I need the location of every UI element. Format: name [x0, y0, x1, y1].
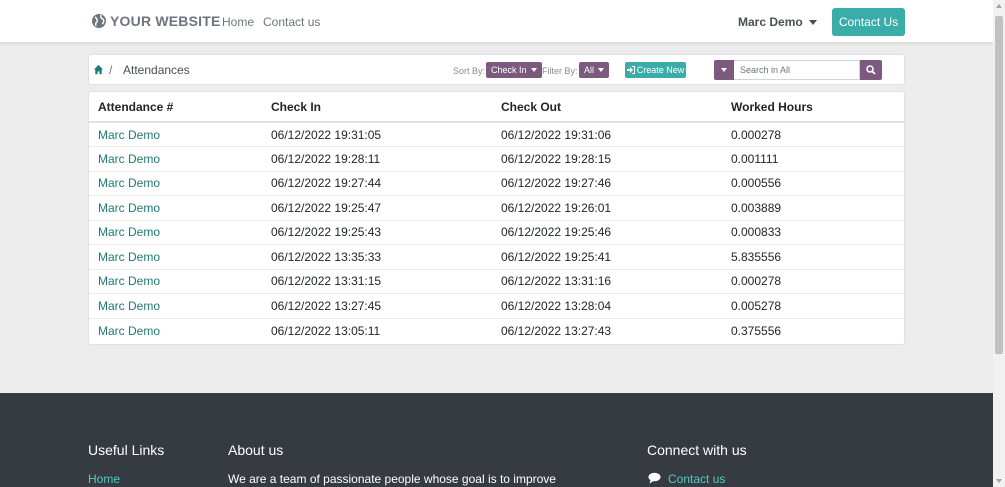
- check-out-cell: 06/12/2022 13:27:43: [501, 323, 612, 338]
- site-logo[interactable]: YOUR WEBSITE: [91, 13, 221, 29]
- search-input[interactable]: [734, 60, 860, 80]
- about-us-text: We are a team of passionate people whose…: [228, 472, 556, 486]
- table-row[interactable]: Marc Demo 06/12/2022 19:25:47 06/12/2022…: [89, 195, 904, 221]
- attendance-name-link[interactable]: Marc Demo: [89, 220, 262, 245]
- useful-links-heading: Useful Links: [88, 442, 165, 458]
- home-icon[interactable]: [93, 64, 104, 75]
- chevron-down-icon: [598, 68, 605, 72]
- column-header-worked-hours: Worked Hours: [722, 92, 904, 123]
- chevron-down-icon: [721, 68, 727, 72]
- worked-hours-cell: 0.003889: [722, 195, 904, 221]
- sort-dropdown[interactable]: Check In: [486, 62, 542, 78]
- attendance-name-link[interactable]: Marc Demo: [89, 146, 262, 172]
- table-row[interactable]: Marc Demo 06/12/2022 13:05:11 06/12/2022…: [89, 318, 904, 343]
- worked-hours-cell: 0.005278: [722, 293, 904, 319]
- site-footer: Useful Links Home About us We are a team…: [0, 393, 993, 487]
- worked-hours-cell: 0.375556: [731, 323, 782, 338]
- check-in-cell: 06/12/2022 19:28:11: [262, 146, 492, 172]
- scroll-up-arrow-icon[interactable]: [996, 4, 1002, 8]
- search-filter-dropdown[interactable]: [714, 60, 734, 80]
- check-in-cell: 06/12/2022 19:25:47: [262, 195, 492, 221]
- check-in-cell: 06/12/2022 13:31:15: [262, 269, 492, 294]
- sign-in-icon: [626, 66, 635, 74]
- connect-heading: Connect with us: [647, 442, 747, 458]
- check-out-cell: 06/12/2022 13:28:04: [492, 293, 722, 319]
- check-in-cell: 06/12/2022 19:27:44: [262, 171, 492, 196]
- sort-label: Sort By:: [453, 66, 486, 76]
- breadcrumb-title: Attendances: [123, 63, 190, 77]
- sort-value: Check In: [491, 65, 527, 75]
- top-navbar: YOUR WEBSITE Home Contact us Marc Demo C…: [0, 0, 993, 43]
- chevron-down-icon: [808, 19, 817, 25]
- attendance-table-container: Attendance # Check In Check Out Worked H…: [88, 91, 905, 345]
- scroll-down-arrow-icon[interactable]: [996, 479, 1002, 483]
- attendance-name-link[interactable]: Marc Demo: [89, 269, 262, 294]
- portal-toolbar: / Attendances Sort By: Check In Filter B…: [88, 54, 905, 85]
- worked-hours-cell: 0.000833: [722, 220, 904, 245]
- filter-label: Filter By:: [542, 66, 578, 76]
- check-in-cell: 06/12/2022 13:27:45: [262, 293, 492, 319]
- table-row[interactable]: Marc Demo 06/12/2022 19:27:44 06/12/2022…: [89, 171, 904, 196]
- chevron-down-icon: [530, 68, 537, 72]
- attendance-name-link[interactable]: Marc Demo: [89, 244, 262, 270]
- table-row[interactable]: Marc Demo 06/12/2022 19:31:05 06/12/2022…: [89, 122, 904, 147]
- attendance-name-link[interactable]: Marc Demo: [89, 318, 262, 343]
- worked-hours-cell: 0.001111: [722, 146, 904, 172]
- filter-value: All: [584, 65, 595, 75]
- column-header-attendance: Attendance #: [89, 92, 262, 123]
- scrollbar-thumb[interactable]: [995, 16, 1003, 354]
- check-in-cell: 06/12/2022 19:25:43: [262, 220, 492, 245]
- user-name: Marc Demo: [738, 15, 803, 29]
- comment-icon: [648, 472, 661, 484]
- logo-text: YOUR WEBSITE: [110, 13, 221, 29]
- check-out-cell: 06/12/2022 19:28:15: [492, 146, 722, 172]
- check-in-cell: 06/12/2022 13:05:11: [271, 323, 381, 338]
- worked-hours-cell: 5.835556: [722, 244, 904, 270]
- footer-contact-link[interactable]: Contact us: [668, 472, 725, 486]
- footer-home-link[interactable]: Home: [88, 472, 120, 486]
- breadcrumb-separator: /: [109, 63, 113, 77]
- worked-hours-cell: 0.000556: [722, 171, 904, 196]
- table-row[interactable]: Marc Demo 06/12/2022 13:27:45 06/12/2022…: [89, 293, 904, 319]
- search-button[interactable]: [860, 60, 882, 80]
- attendance-name-link[interactable]: Marc Demo: [89, 293, 262, 319]
- create-new-label: Create New: [636, 65, 685, 75]
- table-header-row: Attendance # Check In Check Out Worked H…: [89, 92, 904, 123]
- column-header-check-in: Check In: [262, 92, 492, 123]
- worked-hours-cell: 0.000278: [722, 269, 904, 294]
- nav-contact-link[interactable]: Contact us: [263, 15, 320, 29]
- attendance-name-link[interactable]: Marc Demo: [89, 122, 262, 147]
- check-in-cell: 06/12/2022 13:35:33: [262, 244, 492, 270]
- check-out-cell: 06/12/2022 19:26:01: [492, 195, 722, 221]
- check-in-cell: 06/12/2022 19:31:05: [262, 122, 492, 147]
- worked-hours-cell: 0.000278: [722, 122, 904, 147]
- table-row[interactable]: Marc Demo 06/12/2022 19:28:11 06/12/2022…: [89, 146, 904, 172]
- attendance-name-link[interactable]: Marc Demo: [89, 171, 262, 196]
- about-us-heading: About us: [228, 442, 284, 458]
- filter-dropdown[interactable]: All: [579, 62, 610, 78]
- check-out-cell: 06/12/2022 19:31:06: [492, 122, 722, 147]
- table-row[interactable]: Marc Demo 06/12/2022 13:35:33 06/12/2022…: [89, 244, 904, 270]
- create-new-button[interactable]: Create New: [625, 62, 686, 78]
- page-scrollbar[interactable]: [993, 0, 1005, 487]
- user-menu[interactable]: Marc Demo: [738, 15, 817, 29]
- check-out-cell: 06/12/2022 19:27:46: [492, 171, 722, 196]
- table-row[interactable]: Marc Demo 06/12/2022 13:31:15 06/12/2022…: [89, 269, 904, 294]
- check-out-cell: 06/12/2022 19:25:46: [492, 220, 722, 245]
- nav-home-link[interactable]: Home: [222, 15, 254, 29]
- attendance-table: Attendance # Check In Check Out Worked H…: [89, 92, 904, 343]
- globe-icon: [92, 14, 106, 28]
- search-icon: [866, 65, 876, 75]
- column-header-check-out: Check Out: [492, 92, 722, 123]
- attendance-name-link[interactable]: Marc Demo: [89, 195, 262, 221]
- check-out-cell: 06/12/2022 13:31:16: [492, 269, 722, 294]
- contact-us-button[interactable]: Contact Us: [832, 8, 905, 36]
- table-row[interactable]: Marc Demo 06/12/2022 19:25:43 06/12/2022…: [89, 220, 904, 245]
- check-out-cell: 06/12/2022 19:25:41: [492, 244, 722, 270]
